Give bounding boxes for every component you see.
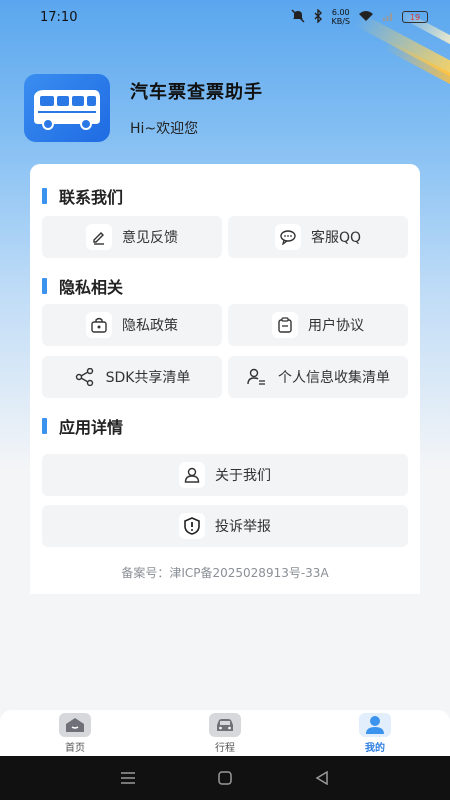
feedback-label: 意见反馈 <box>122 230 178 246</box>
app-title: 汽车票查票助手 <box>130 82 263 103</box>
home-icon <box>59 712 91 737</box>
about-us-label: 关于我们 <box>215 468 271 484</box>
section-accent-bar <box>42 278 47 294</box>
tab-home-label: 首页 <box>65 742 85 754</box>
menu-nav-button[interactable] <box>108 763 148 793</box>
section-title-contact: 联系我们 <box>42 184 123 208</box>
network-speed-value: 6.00 <box>331 8 350 17</box>
battery-icon: 19 <box>402 11 428 23</box>
home-nav-button[interactable] <box>205 763 245 793</box>
filing-number: 备案号：津ICP备2025028913号-33A <box>121 566 329 580</box>
service-qq-button[interactable]: 客服QQ <box>228 216 408 258</box>
section-title-privacy-label: 隐私相关 <box>59 278 124 297</box>
section-accent-bar <box>42 418 47 434</box>
back-nav-button[interactable] <box>302 763 342 793</box>
tab-trips-label: 行程 <box>215 742 235 754</box>
bus-icon <box>34 90 100 130</box>
chat-icon <box>274 224 301 250</box>
bluetooth-icon <box>313 7 323 26</box>
sdk-list-label: SDK共享清单 <box>105 370 191 386</box>
mute-icon <box>291 8 306 26</box>
user-agreement-label: 用户协议 <box>308 318 364 334</box>
tab-mine[interactable]: 我的 <box>300 710 450 756</box>
report-label: 投诉举报 <box>215 519 271 535</box>
about-us-button[interactable]: 关于我们 <box>42 454 408 496</box>
personal-info-button[interactable]: 个人信息收集清单 <box>228 356 408 398</box>
sdk-list-button[interactable]: SDK共享清单 <box>42 356 222 398</box>
tab-trips[interactable]: 行程 <box>150 710 300 756</box>
person-icon <box>179 462 205 488</box>
app-logo <box>24 74 110 142</box>
car-icon <box>209 712 241 737</box>
edit-icon <box>86 224 112 250</box>
service-qq-label: 客服QQ <box>310 230 362 246</box>
privacy-policy-label: 隐私政策 <box>122 318 178 334</box>
person-icon <box>359 712 391 737</box>
back-triangle-icon <box>315 771 328 785</box>
menu-icon <box>121 772 136 784</box>
section-accent-bar <box>42 188 47 204</box>
section-title-contact-label: 联系我们 <box>59 188 124 207</box>
user-list-icon <box>246 366 268 388</box>
square-icon <box>218 771 232 785</box>
signal-icon <box>382 10 394 25</box>
privacy-policy-button[interactable]: 隐私政策 <box>42 304 222 346</box>
feedback-button[interactable]: 意见反馈 <box>42 216 222 258</box>
section-title-app-details: 应用详情 <box>42 414 123 438</box>
user-agreement-button[interactable]: 用户协议 <box>228 304 408 346</box>
greeting-text: Hi~欢迎您 <box>130 121 199 137</box>
battery-level: 19 <box>409 12 421 22</box>
personal-info-label: 个人信息收集清单 <box>278 370 390 386</box>
app-header: 汽车票查票助手 Hi~欢迎您 <box>24 74 263 142</box>
bottom-tab-bar: 首页 行程 我的 <box>0 710 450 756</box>
section-title-app-details-label: 应用详情 <box>59 418 124 437</box>
network-speed-unit: KB/S <box>331 17 350 26</box>
section-title-privacy: 隐私相关 <box>42 274 123 298</box>
system-navigation-bar <box>0 756 450 800</box>
shield-alert-icon <box>179 513 205 539</box>
tab-home[interactable]: 首页 <box>0 710 150 756</box>
tab-mine-label: 我的 <box>365 742 385 754</box>
wifi-icon <box>358 10 374 25</box>
status-bar: 17:10 6.00 KB/S 19 <box>0 0 450 34</box>
clipboard-icon <box>272 312 298 338</box>
settings-card: 联系我们 意见反馈 客服QQ 隐私相关 隐私政策 用户协议 SDK共享清单 个人… <box>30 164 420 594</box>
lock-icon <box>86 312 112 338</box>
report-button[interactable]: 投诉举报 <box>42 505 408 547</box>
status-time: 17:10 <box>40 9 78 25</box>
share-icon <box>74 366 96 388</box>
network-speed: 6.00 KB/S <box>331 8 350 26</box>
